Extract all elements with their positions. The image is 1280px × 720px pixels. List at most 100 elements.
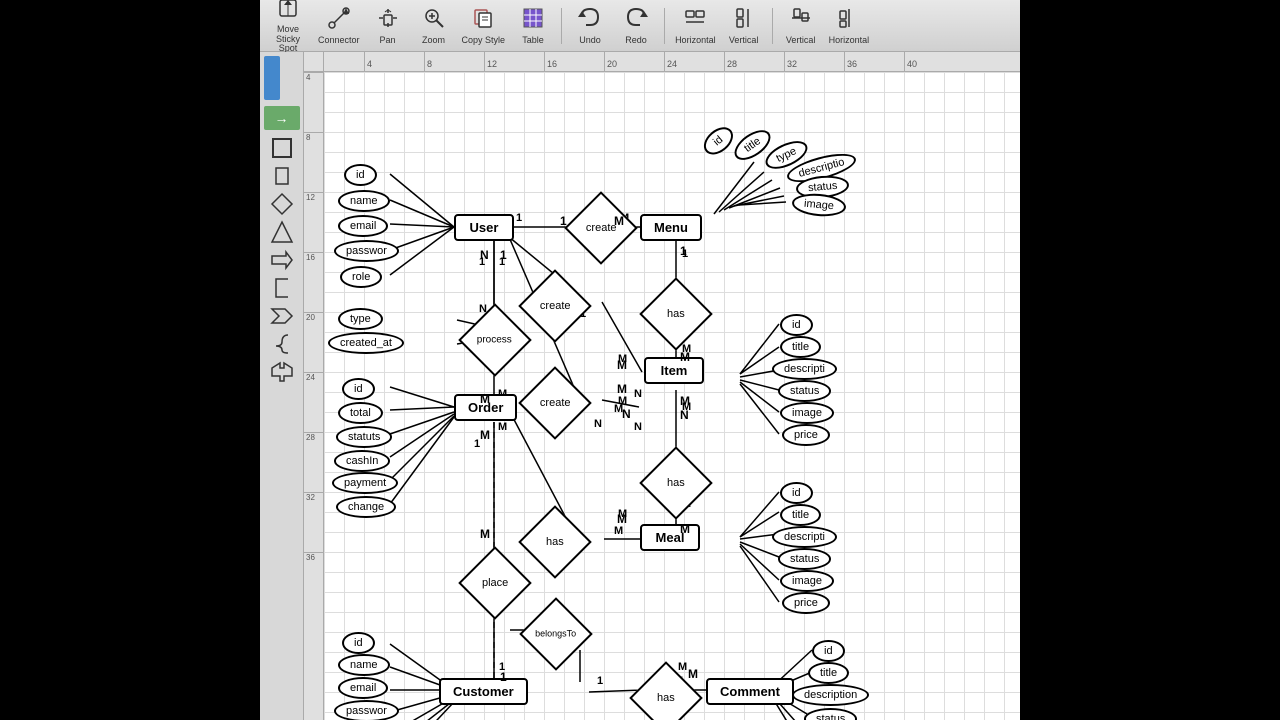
card-order-m1: M: [480, 392, 490, 406]
vertical-label-1: Vertical: [729, 35, 759, 45]
card-order-m2: M: [480, 428, 490, 442]
card-has2-meal: M: [680, 522, 690, 536]
redo-label: Redo: [625, 35, 647, 45]
attr-item-title: title: [780, 336, 821, 358]
attr-customer-password: passwor: [334, 700, 399, 720]
shape-arrow-double[interactable]: [264, 358, 300, 386]
ruler-left: 4 8 12 16 20 24 28 32 36: [304, 72, 324, 720]
rel-has1: has: [639, 277, 713, 351]
rel-place: place: [458, 546, 532, 620]
pan-icon: [377, 7, 399, 33]
attr-item-id: id: [780, 314, 813, 336]
attr-order-type: type: [338, 308, 383, 330]
attr-customer-id: id: [342, 632, 375, 654]
card-create3-n: N: [622, 407, 631, 421]
attr-meal-title: title: [780, 504, 821, 526]
zoom-icon: [423, 7, 445, 33]
attr-comment-description: description: [792, 684, 869, 706]
attr-order-payment: payment: [332, 472, 398, 494]
attr-user-email: email: [338, 215, 388, 237]
shape-square[interactable]: [264, 134, 300, 162]
left-panel-tools: →: [264, 106, 300, 386]
vertical-align-icon: [733, 7, 755, 33]
redo-icon: [624, 7, 648, 33]
attr-user-id: id: [344, 164, 377, 186]
attr-order-status: statuts: [336, 426, 392, 448]
blue-indicator: [264, 56, 280, 100]
toolbar: Move Sticky Spot Connector: [260, 0, 1020, 52]
attr-item-image: image: [780, 402, 834, 424]
entity-item[interactable]: Item: [644, 357, 704, 384]
entity-user[interactable]: User: [454, 214, 514, 241]
shape-parallelogram[interactable]: [264, 162, 300, 190]
attr-item-price: price: [782, 424, 830, 446]
arrow-tool[interactable]: →: [264, 106, 300, 130]
shape-diamond[interactable]: [264, 190, 300, 218]
vertical-label-2: Vertical: [786, 35, 816, 45]
ruler-top: 4 8 12 16 20 24 28 32 36 40: [324, 52, 1020, 72]
connector-button[interactable]: Connector: [314, 3, 364, 49]
card-order-n1: N: [480, 248, 489, 262]
copy-style-button[interactable]: Copy Style: [458, 3, 510, 49]
attr-menu-id: id: [699, 122, 738, 160]
horizontal-label-2: Horizontal: [829, 35, 870, 45]
entity-menu[interactable]: Menu: [640, 214, 702, 241]
entity-meal[interactable]: Meal: [640, 524, 700, 551]
horizontal-align-button[interactable]: Horizontal: [671, 3, 720, 49]
canvas-area[interactable]: 4 8 12 16 20 24 28 32 36 40 4 8 12 16 20: [304, 52, 1020, 720]
svg-text:N: N: [594, 418, 602, 430]
entity-comment[interactable]: Comment: [706, 678, 794, 705]
table-icon: [522, 7, 544, 33]
diagram-canvas[interactable]: 1 M N 1: [324, 72, 1020, 720]
shape-chevron[interactable]: [264, 302, 300, 330]
redo-button[interactable]: Redo: [614, 3, 658, 49]
pan-button[interactable]: Pan: [366, 3, 410, 49]
table-button[interactable]: Table: [511, 3, 555, 49]
attr-user-password: passwor: [334, 240, 399, 262]
canvas-corner: [304, 52, 324, 72]
card-item-n: N: [680, 408, 689, 422]
undo-button[interactable]: Undo: [568, 3, 612, 49]
horizontal-label-1: Horizontal: [675, 35, 716, 45]
entity-customer[interactable]: Customer: [439, 678, 528, 705]
attr-order-total: total: [338, 402, 383, 424]
separator-2: [664, 8, 665, 44]
attr-order-id: id: [342, 378, 375, 400]
vertical-align-button-2[interactable]: Vertical: [779, 3, 823, 49]
shape-brace[interactable]: [264, 330, 300, 358]
svg-text:1: 1: [597, 675, 603, 687]
rel-has2: has: [639, 446, 713, 520]
attr-meal-description: descripti: [772, 526, 837, 548]
attr-meal-status: status: [778, 548, 831, 570]
svg-text:M: M: [614, 525, 623, 537]
zoom-button[interactable]: Zoom: [412, 3, 456, 49]
separator-3: [772, 8, 773, 44]
attr-order-cashin: cashIn: [334, 450, 390, 472]
attr-meal-image: image: [780, 570, 834, 592]
card-customer-1: 1: [500, 670, 507, 684]
attr-comment-title: title: [808, 662, 849, 684]
horizontal-align-icon-2: [838, 7, 860, 33]
horizontal-align-icon: [684, 7, 706, 33]
table-label: Table: [522, 35, 544, 45]
attr-customer-name: name: [338, 654, 390, 676]
separator-1: [561, 8, 562, 44]
horizontal-align-button-2[interactable]: Horizontal: [825, 3, 874, 49]
card-create2-item-m: M: [617, 382, 627, 396]
rel-create1: create: [564, 191, 638, 265]
attr-item-description: descripti: [772, 358, 837, 380]
vertical-align-icon-2: [790, 7, 812, 33]
move-sticky-button[interactable]: Move Sticky Spot: [264, 3, 312, 49]
shape-bracket[interactable]: [264, 274, 300, 302]
card-menu-has1: 1: [680, 244, 687, 258]
shape-arrow-right[interactable]: [264, 246, 300, 274]
svg-text:N: N: [634, 421, 642, 433]
lines-svg: 1 M N 1: [324, 72, 1020, 720]
attr-customer-email: email: [338, 677, 388, 699]
shape-triangle[interactable]: [264, 218, 300, 246]
attr-meal-price: price: [782, 592, 830, 614]
attr-order-createdat: created_at: [328, 332, 404, 354]
zoom-label: Zoom: [422, 35, 445, 45]
undo-label: Undo: [579, 35, 601, 45]
vertical-align-button[interactable]: Vertical: [722, 3, 766, 49]
